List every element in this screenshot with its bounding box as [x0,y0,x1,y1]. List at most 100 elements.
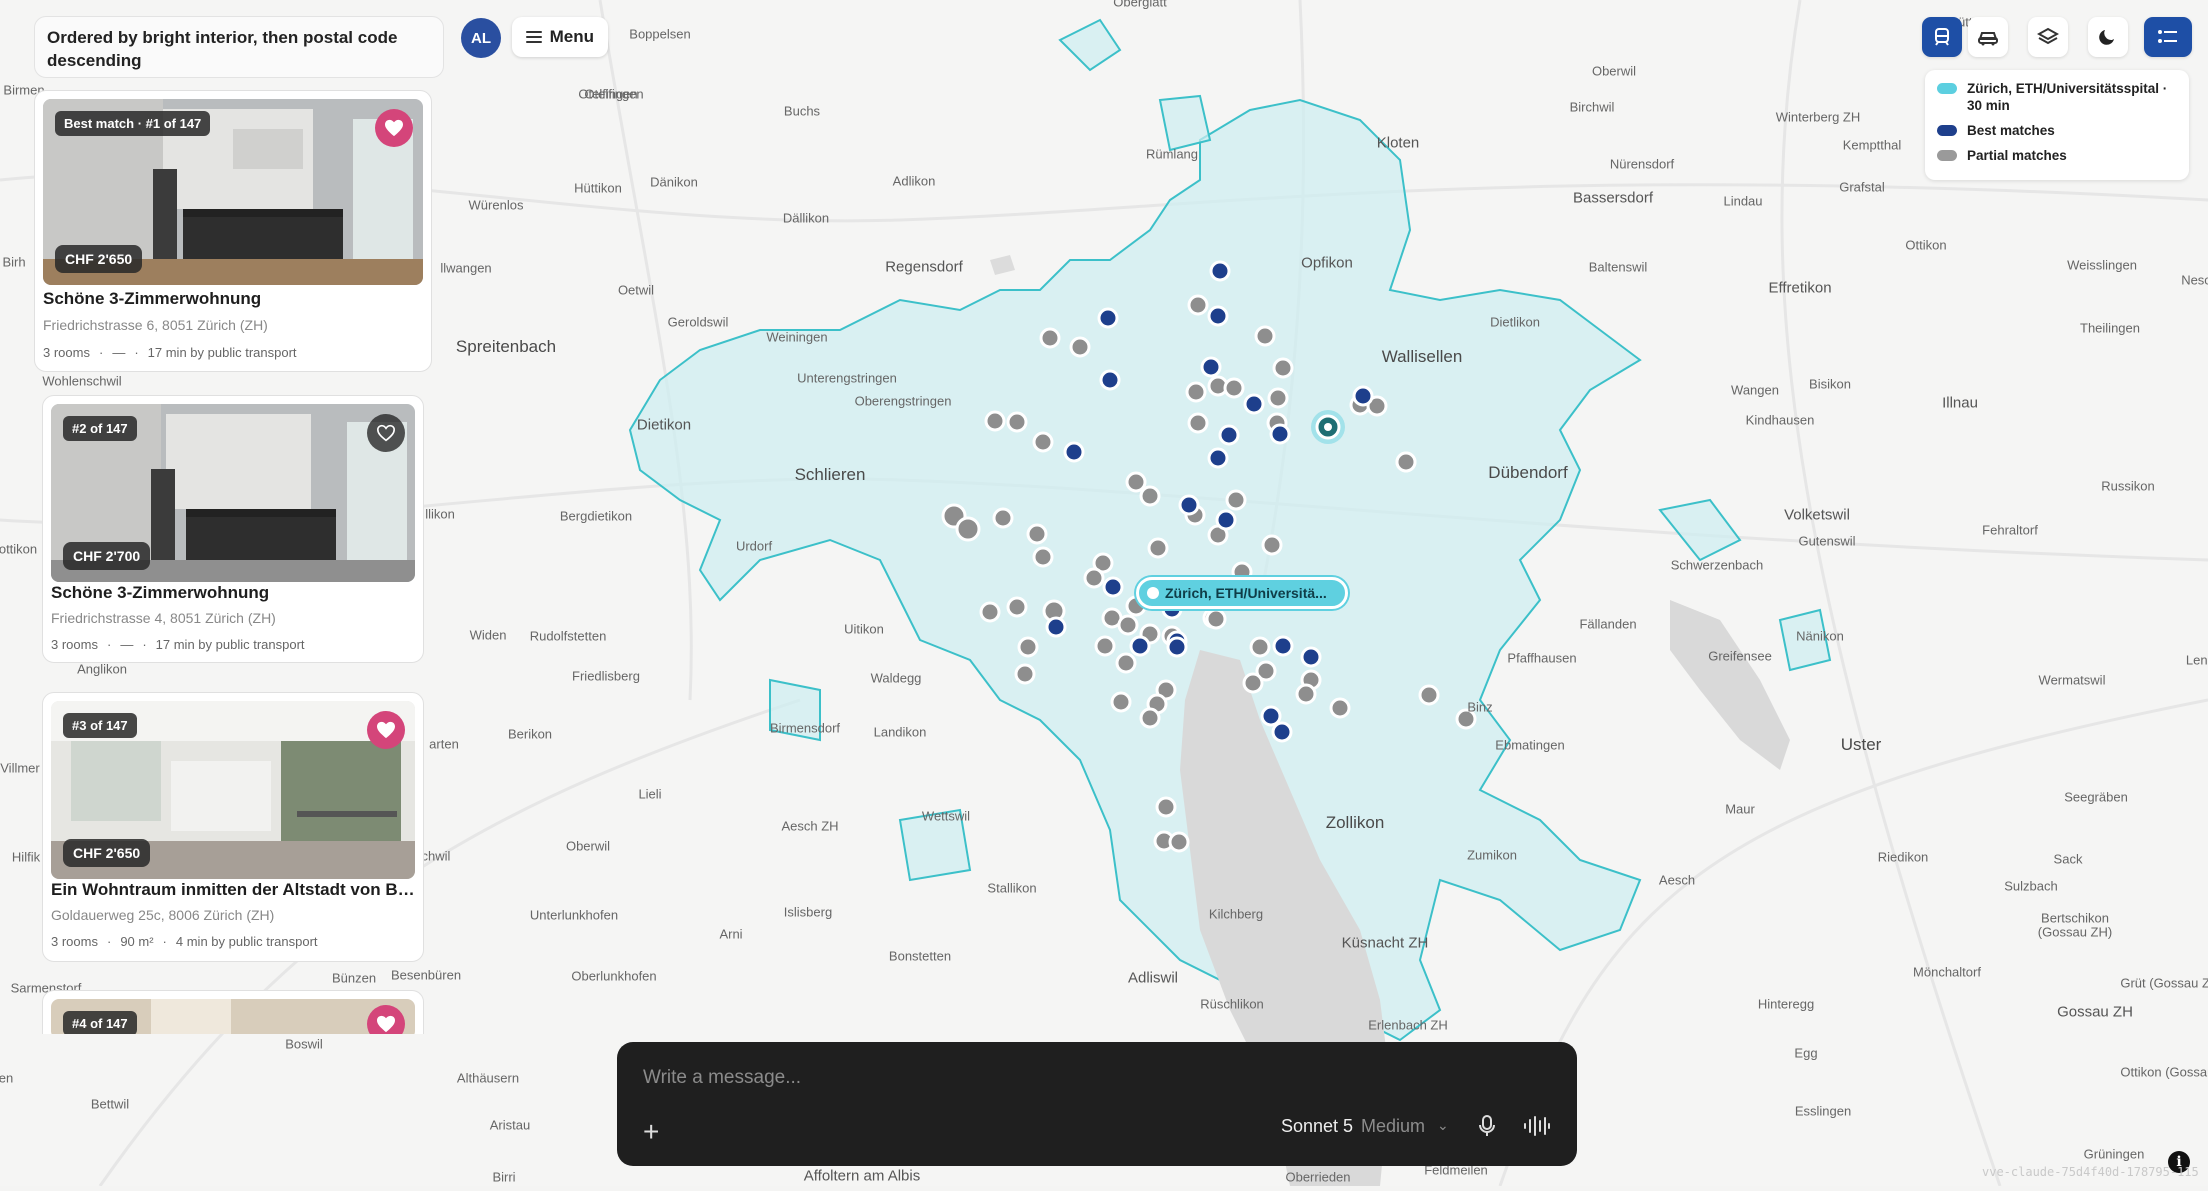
listing-photo[interactable]: Best match · #1 of 147 CHF 2'650 [43,99,423,285]
destination-label: Zürich, ETH/Universitä... [1165,585,1327,601]
listing-photo[interactable]: #4 of 147 [51,999,415,1034]
place-label: Sack [2053,851,2083,867]
place-label: Effretikon [1768,279,1832,297]
place-label: Friedlisberg [572,668,640,684]
layers-button[interactable] [2028,17,2068,57]
destination-tooltip[interactable]: Zürich, ETH/Universitä... [1136,577,1348,609]
place-label: Regensdorf [885,258,963,276]
place-label: Otelfingen [584,86,644,102]
place-label: en [0,1070,14,1086]
rank-badge: #4 of 147 [63,1011,137,1034]
add-attachment-button[interactable]: + [643,1118,659,1146]
listing-card-1[interactable]: Best match · #1 of 147 CHF 2'650 Schöne … [34,90,432,372]
map-legend: Zürich, ETH/Universitätsspital · 30 min … [1925,70,2189,180]
microphone-button[interactable] [1477,1114,1497,1143]
place-label: Grafstal [1839,179,1885,195]
place-label: Rümlang [1145,146,1199,162]
effort-level[interactable]: Medium [1361,1116,1425,1137]
listing-photo[interactable]: #3 of 147 CHF 2'650 [51,701,415,879]
listing-title[interactable]: Ein Wohntraum inmitten der Altstadt von … [51,880,415,900]
place-label: Lieli [638,786,662,802]
listing-meta: 3 rooms · — · 17 min by public transport [43,345,297,360]
favorite-button[interactable] [367,711,405,749]
place-label: Wermatswil [2038,672,2106,688]
legend-toggle[interactable] [2144,17,2192,57]
place-label: Rudolfstetten [529,628,607,644]
place-label: Waldegg [870,670,922,686]
place-label: Gossau ZH [2057,1003,2133,1021]
place-label: Bergdietikon [559,508,633,524]
place-label: Aristau [489,1117,531,1133]
place-label: Birmensdorf [769,720,841,736]
area: 90 m² [120,934,154,949]
place-label: Dällikon [782,210,830,226]
place-label: Volketswil [1784,506,1850,524]
place-label: Bisikon [1809,376,1851,392]
place-label: Oberwil [1591,63,1637,79]
place-label: chwil [421,848,451,864]
place-label: Würenlos [468,197,524,213]
chevron-down-icon[interactable]: ⌄ [1437,1117,1449,1134]
dark-mode-toggle[interactable] [2088,17,2128,57]
car-toggle[interactable] [1968,17,2008,57]
place-label: Althäusern [456,1070,520,1086]
transit-time: 17 min by public transport [147,345,297,360]
place-label: Lindau [1723,193,1763,209]
place-label: Schlieren [794,465,866,484]
place-label: Villmer [0,760,40,776]
place-label: Nänikon [1796,628,1844,644]
listing-photo[interactable]: #2 of 147 CHF 2'700 [51,404,415,582]
place-label: Kloten [1376,134,1420,152]
public-transport-toggle[interactable] [1922,17,1962,57]
place-label: Boswil [285,1036,323,1052]
isochrone-swatch [1937,83,1957,94]
listing-address: Goldauerweg 25c, 8006 Zürich (ZH) [51,907,275,923]
partial-match-swatch [1937,150,1957,161]
model-name[interactable]: Sonnet 5 [1281,1116,1353,1137]
place-label: ottikon [0,541,38,557]
sort-order-label[interactable]: Ordered by bright interior, then postal … [34,16,444,78]
place-label: llwangen [440,260,492,276]
place-label: Grüningen [2083,1146,2145,1162]
place-label: Oberglatt [1113,0,1167,10]
listing-meta: 3 rooms · — · 17 min by public transport [51,637,305,652]
user-avatar[interactable]: AL [461,18,501,58]
menu-button[interactable]: Menu [512,17,608,57]
place-label: Maur [1725,801,1755,817]
place-label: Fällanden [1579,616,1637,632]
chat-composer[interactable]: Write a message... + Sonnet 5 Medium ⌄ [617,1042,1577,1166]
place-label: Binz [1467,699,1493,715]
place-label: Geroldswil [667,314,729,330]
voice-mode-button[interactable] [1523,1114,1551,1143]
place-label: Aesch [1658,872,1696,888]
message-input[interactable]: Write a message... [643,1067,801,1089]
place-label: Kilchberg [1208,906,1264,922]
place-label: Oberwil [565,838,611,854]
place-label: Affoltern am Albis [803,1167,921,1185]
favorite-button[interactable] [375,109,413,147]
place-label: Küsnacht ZH [1341,934,1429,952]
place-label: Uitikon [844,621,884,637]
place-label: Riedikon [1877,849,1929,865]
listing-card-2[interactable]: #2 of 147 CHF 2'700 Schöne 3-Zimmerwohnu… [42,395,424,663]
place-label: Oberlunkhofen [571,968,657,984]
listing-card-3[interactable]: #3 of 147 CHF 2'650 Ein Wohntraum inmitt… [42,692,424,962]
heart-outline-icon [376,424,396,442]
place-label: Kemptthal [1842,137,1902,153]
place-label: Winterberg ZH [1775,109,1861,125]
place-label: Buchs [783,103,821,119]
moon-icon [2099,30,2114,45]
place-label: Hinteregg [1757,996,1815,1012]
car-icon [1978,32,1998,46]
place-label: Anglikon [77,661,127,677]
place-label: Lenz [2185,652,2208,668]
listing-card-4[interactable]: #4 of 147 [42,990,424,1034]
favorite-button[interactable] [367,414,405,452]
listing-title[interactable]: Schöne 3-Zimmerwohnung [43,289,423,309]
place-label: Fehraltorf [1982,522,2038,538]
place-label: Dietlikon [1490,314,1540,330]
place-label: Wangen [1731,382,1779,398]
rooms: 3 rooms [51,934,98,949]
place-label: Bassersdorf [1572,189,1654,207]
listing-title[interactable]: Schöne 3-Zimmerwohnung [51,583,415,603]
